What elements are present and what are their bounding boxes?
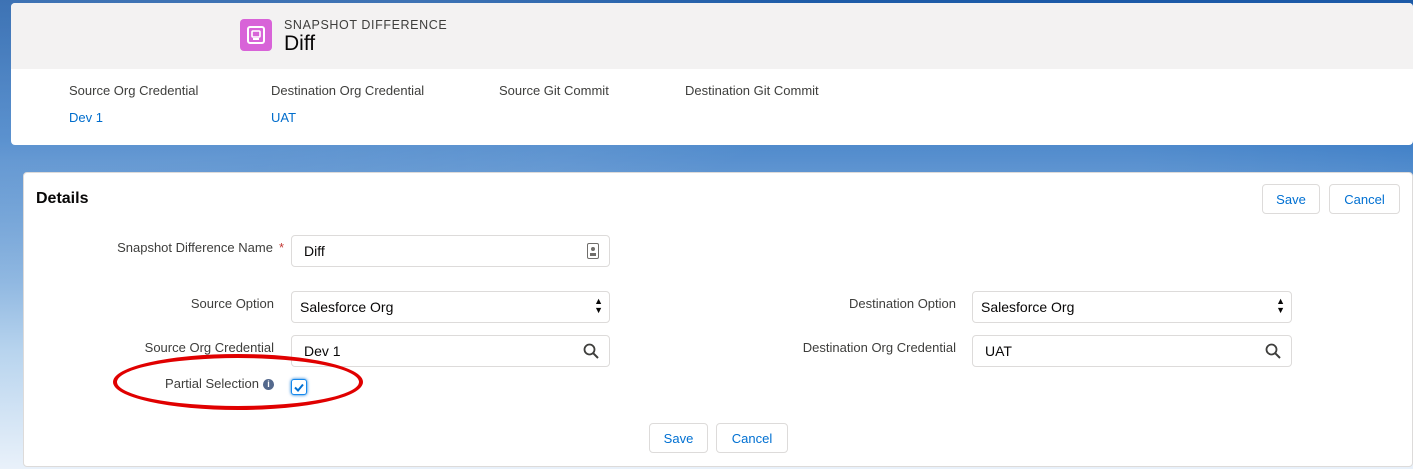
cancel-button[interactable]: Cancel (1329, 184, 1400, 214)
name-field-label-text: Snapshot Difference Name (117, 240, 273, 255)
destination-option-select[interactable]: Salesforce Org ▲ ▼ (972, 291, 1292, 323)
record-title: Diff (284, 32, 316, 55)
record-header-top (11, 3, 1413, 69)
snapshot-icon (240, 19, 272, 51)
snapshot-name-value: Diff (304, 243, 325, 259)
destination-credential-lookup[interactable]: UAT (972, 335, 1292, 367)
header-field-link-source-org[interactable]: Dev 1 (69, 110, 103, 125)
bottom-save-button[interactable]: Save (649, 423, 708, 453)
destination-option-value: Salesforce Org (981, 299, 1075, 315)
select-arrows-icon: ▲ ▼ (1276, 296, 1285, 315)
save-button[interactable]: Save (1262, 184, 1320, 214)
source-credential-label: Source Org Credential (144, 340, 274, 355)
partial-selection-label: Partial Selection i (84, 376, 274, 391)
record-header: Snapshot Difference Diff Source Org Cred… (11, 3, 1413, 145)
card-title: Details (36, 190, 89, 207)
search-icon[interactable] (583, 343, 599, 362)
snapshot-name-input[interactable]: Diff (291, 235, 610, 267)
required-marker: * (278, 240, 284, 255)
source-credential-value: Dev 1 (304, 343, 341, 359)
header-field-link-destination-org[interactable]: UAT (271, 110, 296, 125)
source-credential-lookup[interactable]: Dev 1 (291, 335, 610, 367)
header-field-label-source-git: Source Git Commit (499, 83, 609, 98)
info-icon[interactable]: i (263, 379, 274, 390)
destination-credential-value: UAT (985, 343, 1012, 359)
name-field-label: Snapshot Difference Name * (84, 240, 284, 255)
bottom-cancel-button[interactable]: Cancel (716, 423, 788, 453)
contact-card-icon (587, 243, 599, 262)
destination-credential-label: Destination Org Credential (802, 340, 956, 355)
destination-option-label: Destination Option (849, 296, 956, 311)
details-card: Details Save Cancel Snapshot Difference … (23, 172, 1413, 467)
select-arrows-icon: ▲ ▼ (594, 296, 603, 315)
header-field-label-destination-git: Destination Git Commit (685, 83, 819, 98)
source-option-select[interactable]: Salesforce Org ▲ ▼ (291, 291, 610, 323)
search-icon[interactable] (1265, 343, 1281, 362)
partial-selection-checkbox[interactable] (291, 379, 307, 395)
header-field-label-source-org: Source Org Credential (69, 83, 199, 98)
source-option-value: Salesforce Org (300, 299, 394, 315)
checkmark-icon (294, 383, 304, 392)
source-option-label: Source Option (190, 296, 274, 311)
header-field-label-destination-org: Destination Org Credential (271, 83, 425, 98)
partial-selection-label-text: Partial Selection (165, 376, 259, 391)
object-type-label: Snapshot Difference (284, 18, 448, 32)
